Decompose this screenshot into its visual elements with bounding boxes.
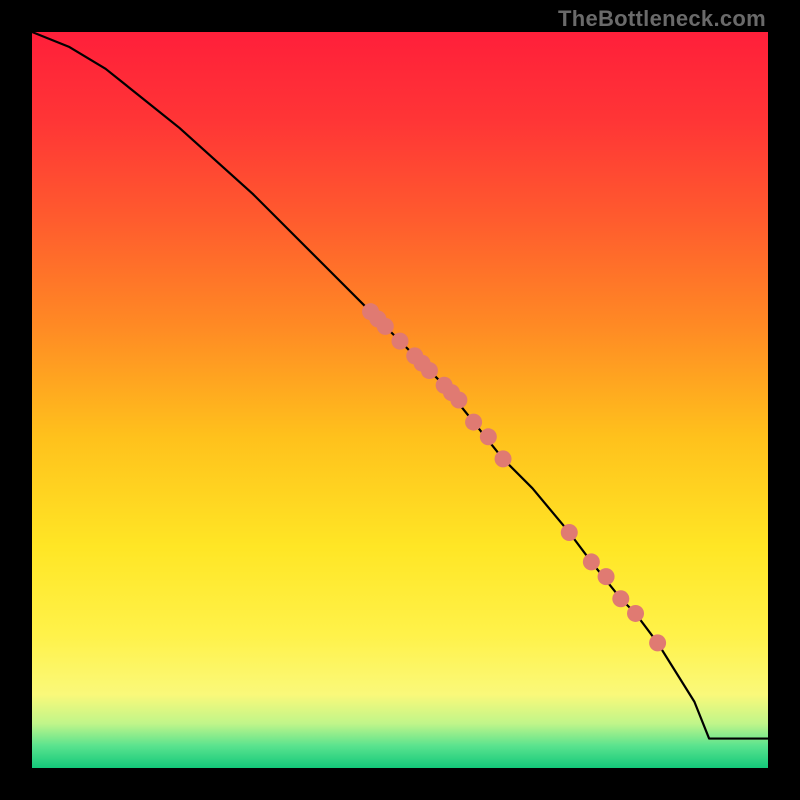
data-point (421, 362, 438, 379)
data-point (465, 414, 482, 431)
data-point (392, 333, 409, 350)
chart-svg (32, 32, 768, 768)
data-point (583, 553, 600, 570)
plot-area (32, 32, 768, 768)
data-point (495, 450, 512, 467)
data-point (649, 634, 666, 651)
data-point (598, 568, 615, 585)
data-point (377, 318, 394, 335)
gradient-background (32, 32, 768, 768)
data-point (612, 590, 629, 607)
data-point (480, 428, 497, 445)
data-point (561, 524, 578, 541)
data-point (627, 605, 644, 622)
data-point (450, 392, 467, 409)
chart-frame: TheBottleneck.com (0, 0, 800, 800)
watermark-label: TheBottleneck.com (558, 6, 766, 32)
